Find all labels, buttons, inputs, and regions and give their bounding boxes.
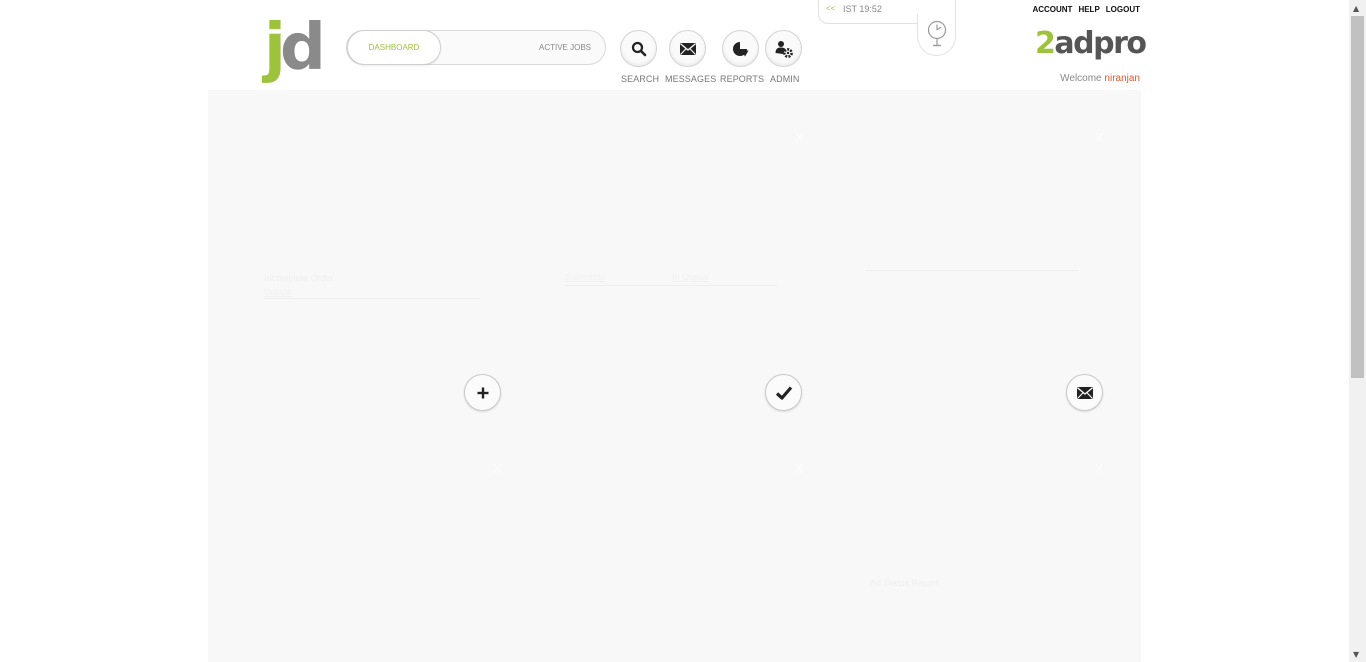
dashboard-area: X X X X X Incomplete Order Details Submi… (208, 90, 1141, 662)
scroll-up-icon[interactable]: ▲ (1353, 4, 1359, 13)
logo-d: d (279, 11, 326, 85)
jd-logo[interactable]: jd (264, 16, 326, 80)
logout-link[interactable]: LOGOUT (1106, 5, 1140, 14)
search-icon (631, 41, 646, 56)
top-links: ACCOUNT HELP LOGOUT (1032, 5, 1140, 14)
envelope-icon (679, 42, 696, 55)
scrollbar-thumb[interactable] (1351, 16, 1364, 378)
incomplete-order-title: Incomplete Order (264, 273, 334, 283)
widget-2-divider (565, 285, 777, 286)
checkmark-icon (775, 385, 792, 400)
logo-j: j (264, 11, 286, 85)
search-button[interactable] (620, 30, 657, 67)
view-switcher: DASHBOARD ACTIVE JOBS (346, 30, 606, 65)
brand-two: 2 (1035, 26, 1056, 61)
plus-icon (477, 387, 488, 398)
message-button[interactable] (1066, 374, 1103, 411)
help-link[interactable]: HELP (1078, 5, 1099, 14)
tab-active-jobs[interactable]: ACTIVE JOBS (539, 43, 591, 52)
widget-1-divider (264, 298, 480, 299)
reports-label[interactable]: REPORTS (720, 74, 764, 84)
submitted-link[interactable]: Submitted (565, 272, 606, 282)
scroll-down-icon[interactable]: ▼ (1353, 650, 1359, 659)
welcome-label: Welcome (1060, 73, 1102, 84)
account-link[interactable]: ACCOUNT (1032, 5, 1072, 14)
add-button[interactable] (464, 374, 501, 411)
admin-button[interactable] (765, 30, 802, 67)
admin-label[interactable]: ADMIN (770, 74, 800, 84)
brand-rest: adpro (1054, 26, 1147, 61)
tab-dashboard[interactable]: DASHBOARD (347, 30, 441, 65)
widget-4-close-button[interactable]: X (493, 461, 502, 476)
clock-time: IST 19:52 (843, 4, 882, 14)
pie-chart-icon (732, 41, 748, 56)
reports-button[interactable] (722, 30, 759, 67)
messages-button[interactable] (669, 30, 706, 67)
search-label[interactable]: SEARCH (621, 74, 659, 84)
widget-5-close-button[interactable]: X (795, 461, 804, 476)
widget-3-close-button[interactable]: X (1095, 130, 1104, 145)
clock-icon (927, 20, 946, 46)
envelope-icon (1076, 386, 1093, 399)
widget-6-close-button[interactable]: X (1095, 461, 1104, 476)
vertical-scrollbar[interactable]: ▲ ▼ (1349, 0, 1366, 662)
in-queue-link[interactable]: In Queue (672, 272, 709, 282)
collapse-arrows-icon[interactable]: << (826, 4, 835, 13)
welcome-message: Welcome niranjan (1060, 73, 1140, 84)
username[interactable]: niranjan (1104, 73, 1140, 84)
adpro-logo: 2adpro (1035, 26, 1147, 62)
admin-gear-icon (775, 40, 793, 58)
incomplete-order-details-link[interactable]: Details (264, 287, 292, 297)
widget-3-divider (865, 270, 1079, 271)
messages-label[interactable]: MESSAGES (665, 74, 716, 84)
approve-button[interactable] (765, 374, 802, 411)
clock-toggle[interactable] (917, 14, 956, 56)
ad-status-report-link[interactable]: Ad Status Report (870, 578, 939, 588)
widget-2-close-button[interactable]: X (795, 130, 804, 145)
